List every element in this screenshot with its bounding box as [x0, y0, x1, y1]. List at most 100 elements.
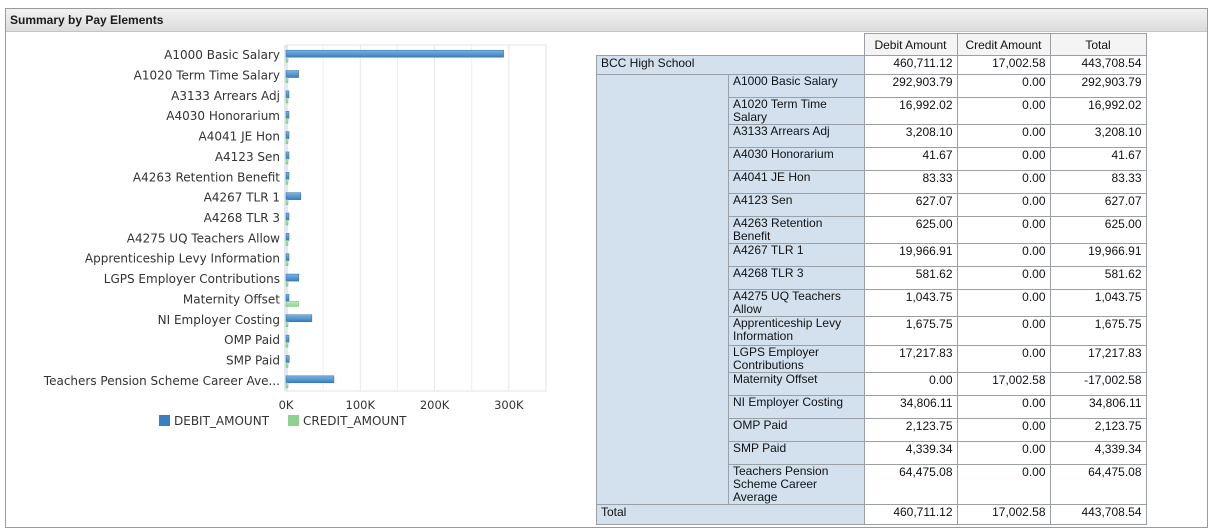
category-label: A3133 Arrears Adj — [171, 89, 280, 103]
header-blank-item — [729, 34, 865, 56]
debit-bar — [285, 253, 290, 261]
pay-element-cell: LGPS Employer Contributions — [728, 345, 865, 373]
credit-bar — [285, 56, 289, 63]
x-tick-label: 0K — [279, 398, 294, 412]
pay-element-cell: A4123 Sen — [728, 193, 865, 217]
credit-amount-cell: 0.00 — [956, 216, 1051, 244]
total-amount-cell: 16,992.02 — [1049, 97, 1147, 125]
debit-amount-cell: 4,339.34 — [863, 441, 958, 465]
group-debit-cell: 460,711.12 — [863, 55, 958, 75]
category-label: A4123 Sen — [215, 150, 280, 164]
debit-amount-cell: 292,903.79 — [863, 74, 958, 98]
credit-bar — [285, 321, 289, 328]
credit-bar — [285, 362, 289, 368]
table-group-row: BCC High School 460,711.12 17,002.58 443,70… — [596, 55, 1147, 75]
pay-element-cell: A4030 Honorarium — [728, 147, 865, 171]
total-amount-cell: 64,475.08 — [1049, 464, 1147, 505]
debit-bar — [285, 172, 290, 180]
total-amount-cell: 627.07 — [1049, 193, 1147, 217]
category-label: A4041 JE Hon — [199, 130, 280, 144]
category-label: A4268 TLR 3 — [204, 211, 280, 225]
category-label: Apprenticeship Levy Information — [85, 252, 280, 266]
debit-bar — [285, 273, 300, 282]
credit-bar — [285, 117, 289, 124]
group-name-cell: BCC High School — [596, 55, 865, 75]
total-amount-cell: 1,675.75 — [1049, 316, 1147, 346]
credit-amount-cell: 0.00 — [956, 464, 1051, 505]
debit-amount-cell: 0.00 — [863, 372, 958, 396]
credit-bar — [285, 240, 289, 246]
credit-amount-cell: 0.00 — [956, 74, 1051, 98]
pay-element-cell: Apprenticeship Levy Information — [728, 316, 865, 346]
group-total-cell: 443,708.54 — [1049, 55, 1147, 75]
category-label: A4275 UQ Teachers Allow — [127, 231, 280, 245]
debit-bar — [285, 375, 335, 384]
header-credit: Credit Amount — [956, 33, 1051, 56]
category-label: A4267 TLR 1 — [204, 191, 280, 205]
debit-bar — [285, 233, 290, 241]
header-blank-group — [597, 34, 729, 56]
summary-panel: Summary by Pay Elements 0K 100K 200K 300K A1… — [5, 8, 1208, 528]
debit-amount-cell: 2,123.75 — [863, 418, 958, 442]
pay-element-cell: A4041 JE Hon — [728, 170, 865, 194]
pay-element-cell: A3133 Arrears Adj — [728, 124, 865, 148]
total-amount-cell: 83.33 — [1049, 170, 1147, 194]
debit-amount-cell: 83.33 — [863, 170, 958, 194]
credit-amount-cell: 0.00 — [956, 193, 1051, 217]
category-label: OMP Paid — [224, 333, 280, 347]
credit-bar — [285, 158, 289, 165]
total-amount-cell: 581.62 — [1049, 266, 1147, 290]
credit-amount-cell: 0.00 — [956, 170, 1051, 194]
x-tick-label: 200K — [420, 398, 450, 412]
total-label-cell: Total — [596, 504, 865, 525]
table-header-row: Debit Amount Credit Amount Total — [597, 33, 1147, 56]
bar-chart: 0K 100K 200K 300K A1000 Basic Salary A1020 Te… — [43, 44, 547, 428]
debit-amount-cell: 627.07 — [863, 193, 958, 217]
credit-bar — [285, 97, 289, 104]
credit-amount-cell: 0.00 — [956, 147, 1051, 171]
total-amount-cell: 34,806.11 — [1049, 395, 1147, 419]
debit-bar — [285, 131, 290, 139]
debit-bar — [285, 70, 299, 78]
credit-amount-cell: 0.00 — [956, 395, 1051, 419]
debit-bar — [285, 151, 290, 160]
total-amount-cell: 3,208.10 — [1049, 124, 1147, 148]
credit-amount-cell: 0.00 — [956, 441, 1051, 465]
credit-amount-cell: 0.00 — [956, 345, 1051, 373]
legend-label-credit: CREDIT_AMOUNT — [303, 414, 407, 428]
total-credit-cell: 17,002.58 — [956, 504, 1051, 525]
debit-bar — [285, 294, 290, 302]
credit-bar — [285, 77, 289, 83]
debit-amount-cell: 3,208.10 — [863, 124, 958, 148]
legend-label-debit: DEBIT_AMOUNT — [174, 414, 270, 428]
category-label: A1000 Basic Salary — [164, 48, 280, 62]
total-amount-cell: 19,966.91 — [1049, 243, 1147, 267]
credit-bar — [285, 341, 289, 348]
credit-bar — [285, 260, 289, 266]
debit-bar — [285, 110, 290, 119]
pay-element-cell: OMP Paid — [728, 418, 865, 442]
credit-amount-cell: 0.00 — [956, 243, 1051, 267]
debit-bar — [285, 355, 290, 363]
pay-element-cell: A4275 UQ Teachers Allow — [728, 289, 865, 317]
total-amount-cell: 1,043.75 — [1049, 289, 1147, 317]
category-label: A4263 Retention Benefit — [133, 170, 280, 184]
total-debit-cell: 460,711.12 — [863, 504, 958, 525]
credit-bar — [285, 382, 289, 389]
pay-element-cell: A4267 TLR 1 — [728, 243, 865, 267]
debit-amount-cell: 19,966.91 — [863, 243, 958, 267]
category-label: A1020 Term Time Salary — [134, 69, 280, 83]
debit-bar — [285, 49, 504, 58]
category-label: NI Employer Costing — [158, 313, 280, 327]
plot-area — [285, 44, 547, 392]
pay-element-cell: A4268 TLR 3 — [728, 266, 865, 290]
credit-amount-cell: 17,002.58 — [956, 372, 1051, 396]
credit-bar — [285, 219, 289, 226]
debit-bar — [285, 314, 313, 323]
credit-bar — [285, 280, 289, 287]
pay-element-cell: A1020 Term Time Salary — [728, 97, 865, 125]
debit-amount-cell: 581.62 — [863, 266, 958, 290]
total-amount-cell: -17,002.58 — [1049, 372, 1147, 396]
header-total: Total — [1049, 33, 1147, 56]
debit-amount-cell: 17,217.83 — [863, 345, 958, 373]
